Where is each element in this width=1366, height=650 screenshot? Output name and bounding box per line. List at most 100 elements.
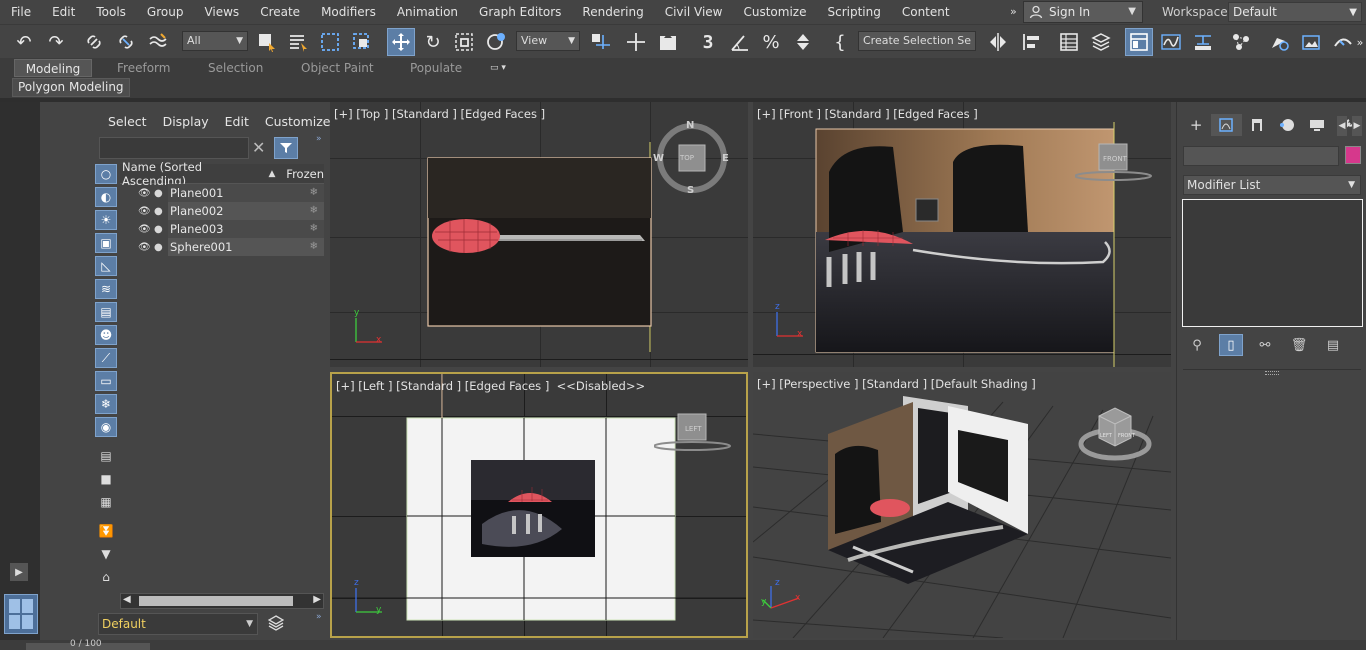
render-dot-icon[interactable]: ● — [154, 206, 168, 217]
select-all-icon[interactable]: ▦ — [95, 492, 117, 512]
show-end-result-icon[interactable]: ▯ — [1219, 334, 1243, 356]
menu-tools[interactable]: Tools — [85, 0, 136, 24]
scroll-thumb[interactable] — [139, 596, 293, 606]
display-invert-icon[interactable]: ■ — [95, 469, 117, 489]
display-all-icon[interactable]: ▤ — [95, 446, 117, 466]
select-and-scale-icon[interactable] — [450, 28, 478, 56]
tab-object-paint[interactable]: Object Paint — [293, 59, 382, 77]
hierarchy-icon[interactable] — [1242, 114, 1272, 136]
select-none-icon[interactable]: ⏬ — [95, 521, 117, 541]
ribbon-options-icon[interactable]: ▭ ▾ — [482, 59, 514, 77]
list-item[interactable]: 👁 ● Plane003 ❄ — [120, 220, 324, 238]
toggle-ribbon-icon[interactable] — [1125, 28, 1153, 56]
cameras-filter-icon[interactable]: ▣ — [95, 233, 117, 253]
select-by-name-icon[interactable] — [284, 28, 312, 56]
angle-snap-icon[interactable] — [726, 28, 754, 56]
menu-modifiers[interactable]: Modifiers — [310, 0, 386, 24]
panel-resize-grip[interactable] — [1265, 371, 1279, 375]
explorer-search-input[interactable] — [99, 137, 249, 159]
explorer-horizontal-scrollbar[interactable]: ◀ ▶ — [120, 593, 324, 609]
sign-in-dropdown[interactable]: Sign In ▼ — [1023, 1, 1143, 23]
select-invert-icon[interactable]: ▼ — [95, 544, 117, 564]
list-item[interactable]: 👁 ● Plane002 ❄ — [120, 202, 324, 220]
tab-selection[interactable]: Selection — [200, 59, 271, 77]
object-xrefs-filter-icon[interactable]: ☻ — [95, 325, 117, 345]
filter-icon[interactable] — [274, 137, 298, 159]
menu-rendering[interactable]: Rendering — [571, 0, 653, 24]
workspaces-select[interactable]: Default ▼ — [1228, 2, 1362, 22]
select-object-icon[interactable] — [253, 28, 281, 56]
display-none-icon[interactable]: ○ — [95, 164, 117, 184]
render-dot-icon[interactable]: ● — [154, 188, 168, 199]
display-icon[interactable] — [1302, 114, 1332, 136]
lights-filter-icon[interactable]: ☀ — [95, 210, 117, 230]
clear-search-icon[interactable]: ✕ — [252, 138, 265, 157]
explorer-menu-select[interactable]: Select — [100, 114, 155, 129]
tab-scroll-right-icon[interactable]: ▶ — [1352, 116, 1362, 136]
reference-coordinate-dropdown[interactable]: View ▼ — [516, 31, 580, 51]
select-and-place-icon[interactable] — [482, 28, 510, 56]
viewport-label[interactable]: [+] [Front ] [Standard ] [Edged Faces ] — [757, 107, 978, 121]
bind-space-warp-icon[interactable] — [144, 28, 172, 56]
menu-file[interactable]: File — [0, 0, 41, 24]
viewport-label[interactable]: [+] [Perspective ] [Standard ] [Default … — [757, 377, 1036, 391]
viewport-label[interactable]: [+] [Left ] [Standard ] [Edged Faces ] <… — [336, 379, 645, 393]
select-and-move-icon[interactable] — [387, 28, 415, 56]
curve-editor-icon[interactable] — [1157, 28, 1185, 56]
explorer-menu-edit[interactable]: Edit — [217, 114, 257, 129]
scroll-left-icon[interactable]: ◀ — [123, 594, 131, 605]
explorer-expand-icon[interactable]: » — [316, 134, 322, 144]
redo-icon[interactable]: ↷ — [42, 28, 70, 56]
menu-edit[interactable]: Edit — [41, 0, 85, 24]
containers-filter-icon[interactable]: ▭ — [95, 371, 117, 391]
menu-animation[interactable]: Animation — [386, 0, 468, 24]
hidden-filter-icon[interactable]: ◉ — [95, 417, 117, 437]
explorer-collapse-icon[interactable]: » — [316, 612, 322, 622]
tab-freeform[interactable]: Freeform — [109, 59, 178, 77]
geometry-filter-icon[interactable]: ◐ — [95, 187, 117, 207]
viewport-perspective[interactable]: [+] [Perspective ] [Standard ] [Default … — [753, 372, 1171, 638]
find-filter-icon[interactable]: ⌂ — [95, 567, 117, 587]
frozen-filter-icon[interactable]: ❄ — [95, 394, 117, 414]
menu-civil-view[interactable]: Civil View — [654, 0, 733, 24]
mirror-icon[interactable] — [984, 28, 1012, 56]
frozen-snowflake-icon[interactable]: ❄ — [298, 238, 324, 256]
schematic-view-icon[interactable] — [1189, 28, 1217, 56]
menu-views[interactable]: Views — [193, 0, 249, 24]
frozen-column-header[interactable]: Frozen — [282, 167, 324, 181]
motion-icon[interactable] — [1272, 114, 1302, 136]
helpers-filter-icon[interactable]: ◺ — [95, 256, 117, 276]
scene-explorer-toggle-icon[interactable] — [1055, 28, 1083, 56]
rendered-frame-window-icon[interactable] — [1297, 28, 1325, 56]
viewport-top[interactable]: [+] [Top ] [Standard ] [Edged Faces ] TO… — [330, 102, 748, 367]
viewport-front[interactable]: [+] [Front ] [Standard ] [Edged Faces ] … — [753, 102, 1171, 367]
percent-snap-icon[interactable]: % — [757, 28, 785, 56]
menu-create[interactable]: Create — [249, 0, 310, 24]
menu-group[interactable]: Group — [136, 0, 194, 24]
select-and-manipulate-icon[interactable] — [622, 28, 650, 56]
menu-graph-editors[interactable]: Graph Editors — [468, 0, 571, 24]
pin-stack-icon[interactable]: ⚲ — [1185, 334, 1209, 356]
configure-modifier-sets-icon[interactable]: ▤ — [1321, 334, 1345, 356]
tab-scroll-left-icon[interactable]: ◀ — [1337, 116, 1347, 136]
viewcube-icon[interactable] — [1077, 402, 1153, 464]
named-selection-sets-dropdown[interactable]: Create Selection Se — [858, 31, 976, 51]
edit-named-selection-icon[interactable]: { — [826, 28, 854, 56]
modifier-list-dropdown[interactable]: Modifier List ▼ — [1183, 175, 1361, 195]
menu-overflow-chevron-icon[interactable]: » — [1010, 5, 1017, 18]
frozen-snowflake-icon[interactable]: ❄ — [298, 184, 324, 202]
visibility-eye-icon[interactable]: 👁 — [138, 224, 154, 235]
selection-filter-dropdown[interactable]: All ▼ — [182, 31, 248, 51]
window-crossing-icon[interactable] — [348, 28, 376, 56]
remove-modifier-icon[interactable]: 🗑 — [1287, 334, 1311, 356]
scroll-right-icon[interactable]: ▶ — [313, 594, 321, 605]
create-icon[interactable]: + — [1181, 114, 1211, 136]
rectangular-selection-region-icon[interactable] — [316, 28, 344, 56]
tab-modeling[interactable]: Modeling — [14, 59, 92, 77]
make-unique-icon[interactable]: ⚯ — [1253, 334, 1277, 356]
polygon-modeling-panel[interactable]: Polygon Modeling — [12, 78, 130, 97]
viewport-layout-button[interactable] — [4, 594, 38, 634]
align-icon[interactable] — [1017, 28, 1045, 56]
spinner-snap-icon[interactable] — [789, 28, 817, 56]
list-item[interactable]: 👁 ● Sphere001 ❄ — [120, 238, 324, 256]
